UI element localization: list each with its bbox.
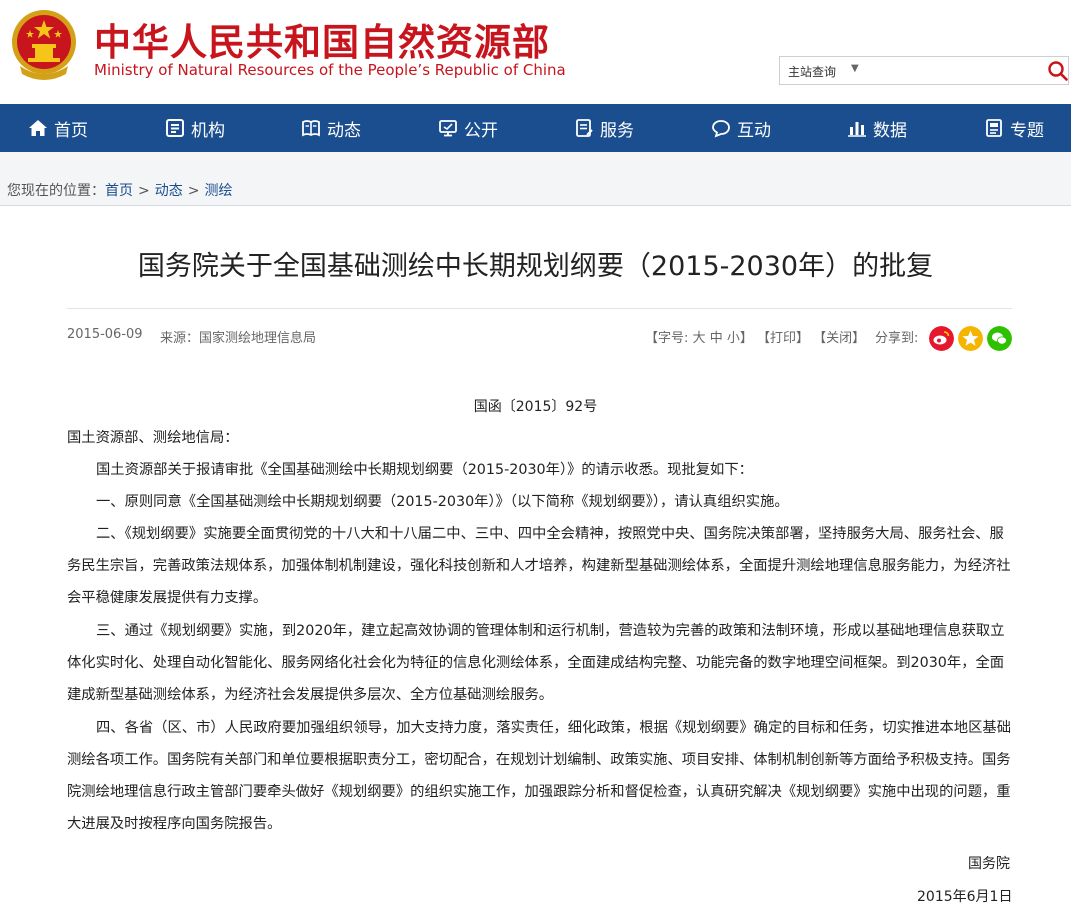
bar-chart-icon: [848, 122, 866, 137]
print-button[interactable]: 【打印】: [757, 331, 809, 346]
wechat-icon[interactable]: [987, 326, 1012, 351]
site-header: 中华人民共和国自然资源部 Ministry of Natural Resourc…: [0, 0, 1071, 104]
main-nav: 首页 机构 动态 公开 服务 互动 数据 专题: [0, 104, 1071, 152]
font-size-close: 】: [739, 331, 753, 346]
article-title: 国务院关于全国基础测绘中长期规划纲要（2015-2030年）的批复: [137, 251, 934, 282]
breadcrumb-news[interactable]: 动态: [155, 183, 183, 199]
article-tools: 【字号: 大 中 小】 【打印】 【关闭】: [645, 327, 865, 346]
home-icon: [29, 120, 47, 136]
nav-item-news[interactable]: 动态: [301, 104, 361, 152]
nav-label: 数据: [873, 120, 907, 141]
source-name: 国家测绘地理信息局: [199, 331, 317, 346]
nav-item-data[interactable]: 数据: [847, 104, 907, 152]
nav-item-home[interactable]: 首页: [28, 104, 88, 152]
nav-item-organization[interactable]: 机构: [165, 104, 225, 152]
nav-label: 公开: [464, 120, 498, 141]
news-icon: [302, 120, 320, 137]
breadcrumb-surveying[interactable]: 测绘: [204, 183, 232, 199]
paragraph: 一、原则同意《全国基础测绘中长期规划纲要（2015-2030年）》（以下简称《规…: [96, 494, 789, 510]
nav-item-interaction[interactable]: 互动: [711, 104, 771, 152]
site-title-chinese: 中华人民共和国自然资源部: [94, 21, 550, 64]
nav-item-topic[interactable]: 专题: [984, 104, 1044, 152]
nav-label: 专题: [1010, 120, 1044, 141]
breadcrumb-prefix: 您现在的位置：: [7, 183, 105, 199]
signature-date: 2015年6月1日: [917, 889, 1013, 905]
document-number: 国函〔2015〕92号: [473, 399, 598, 415]
paragraph: 二、《规划纲要》实施要全面贯彻党的十八大和十八届二中、三中、四中全会精神，按照党…: [67, 526, 1011, 606]
chat-icon: [712, 120, 730, 138]
qzone-icon[interactable]: [958, 326, 983, 351]
font-medium-button[interactable]: 中: [710, 331, 723, 346]
article-source: 来源：国家测绘地理信息局: [160, 327, 316, 346]
font-small-button[interactable]: 小: [727, 331, 740, 346]
share-label: 分享到:: [875, 331, 919, 346]
publish-date: 2015-06-09: [67, 327, 143, 342]
breadcrumb-separator: >: [138, 183, 150, 199]
weibo-icon[interactable]: [929, 326, 954, 351]
font-large-button[interactable]: 大: [693, 331, 706, 346]
font-size-label: 【字号:: [645, 331, 689, 346]
nav-label: 服务: [600, 120, 634, 141]
site-title-english: Ministry of Natural Resources of the Peo…: [94, 61, 566, 79]
nav-item-service[interactable]: 服务: [574, 104, 634, 152]
nav-label: 互动: [737, 120, 771, 141]
signature-organization: 国务院: [968, 856, 1010, 872]
nav-label: 首页: [54, 120, 88, 141]
nav-label: 动态: [327, 120, 361, 141]
breadcrumb-home[interactable]: 首页: [105, 183, 133, 199]
search-icon[interactable]: [1047, 60, 1069, 82]
chevron-down-icon[interactable]: ▼: [851, 63, 859, 74]
search-input[interactable]: [870, 60, 1030, 82]
nav-label: 机构: [191, 120, 225, 141]
divider: [67, 308, 1012, 309]
paragraph: 四、各省（区、市）人民政府要加强组织领导，加大支持力度，落实责任，细化政策，根据…: [67, 720, 1011, 832]
topic-icon: [986, 119, 1002, 137]
source-label: 来源：: [160, 331, 200, 346]
search-scope-select[interactable]: 主站查询: [788, 63, 836, 80]
nav-item-disclosure[interactable]: 公开: [438, 104, 498, 152]
organization-icon: [166, 119, 184, 137]
search-box: 主站查询 ▼: [779, 56, 1069, 85]
disclosure-icon: [439, 120, 457, 137]
service-icon: [576, 119, 593, 137]
paragraph: 三、通过《规划纲要》实施，到2020年，建立起高效协调的管理体制和运行机制，营造…: [67, 623, 1005, 703]
close-button[interactable]: 【关闭】: [813, 331, 865, 346]
salutation: 国土资源部、测绘地信局：: [67, 430, 239, 446]
breadcrumb: 您现在的位置：首页 > 动态 > 测绘: [0, 152, 1071, 206]
paragraph: 国土资源部关于报请审批《全国基础测绘中长期规划纲要（2015-2030年）》的请…: [96, 462, 753, 478]
breadcrumb-separator: >: [187, 183, 200, 199]
national-emblem-icon: [12, 10, 76, 80]
